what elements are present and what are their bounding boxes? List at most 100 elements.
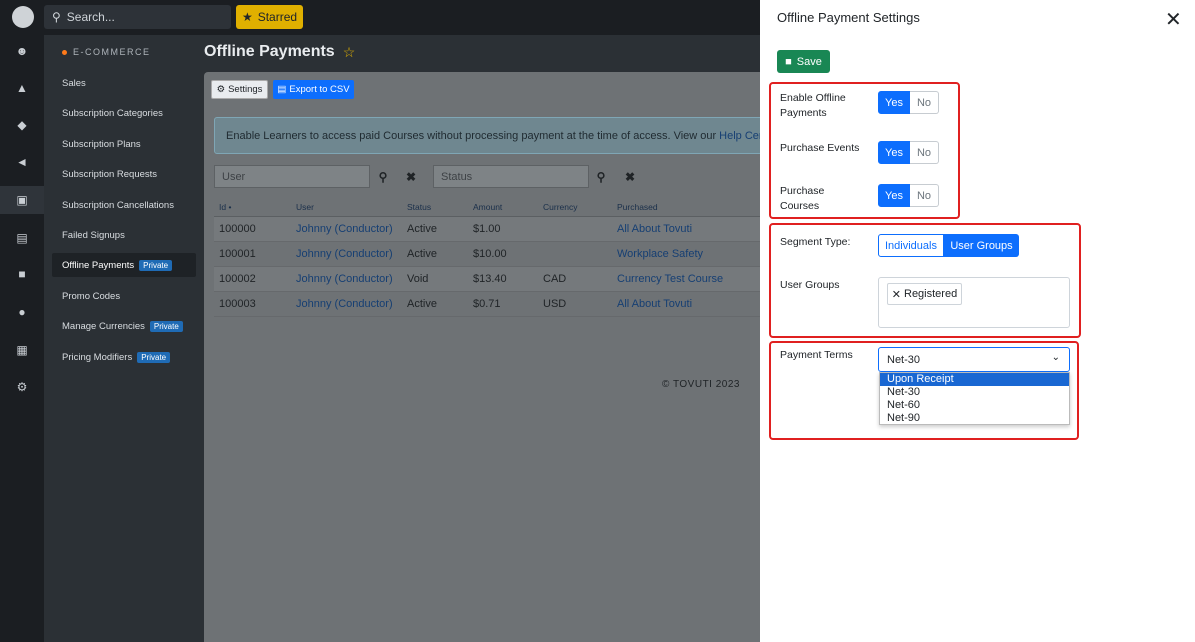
- table-row[interactable]: 100000 Johnny (Conductor) Active $1.00 A…: [214, 216, 760, 242]
- sidebar-item-manage-currencies[interactable]: Manage Currencies Private: [52, 314, 196, 338]
- table-row[interactable]: 100001 Johnny (Conductor) Active $10.00 …: [214, 241, 760, 267]
- status-filter-input[interactable]: Status: [433, 165, 589, 188]
- user-groups-multiselect[interactable]: ✕ Registered: [878, 277, 1070, 328]
- cell-amount: $13.40: [468, 266, 538, 292]
- cell-purchased-link[interactable]: Workplace Safety: [612, 241, 760, 267]
- purchase-courses-yes-button[interactable]: Yes: [878, 184, 910, 207]
- column-header-status[interactable]: Status: [402, 198, 468, 217]
- status-clear-icon[interactable]: ✖: [616, 165, 644, 188]
- sidebar-item-sales[interactable]: Sales: [52, 71, 196, 95]
- cell-amount: $0.71: [468, 291, 538, 317]
- chart-icon[interactable]: ▤: [0, 224, 44, 252]
- purchase-courses-label: Purchase Courses: [780, 185, 825, 212]
- user-filter-input[interactable]: User: [214, 165, 370, 188]
- payment-terms-select[interactable]: Net-30 ⌄: [878, 347, 1070, 372]
- segment-type-label: Segment Type:: [780, 236, 851, 248]
- export-csv-button[interactable]: ▤ Export to CSV: [273, 80, 354, 99]
- cell-id: 100000: [214, 216, 291, 242]
- user-groups-label: User Groups: [780, 279, 840, 291]
- users-icon[interactable]: ☻: [0, 37, 44, 65]
- close-icon[interactable]: ✕: [1165, 10, 1182, 30]
- cell-amount: $10.00: [468, 241, 538, 267]
- search-input[interactable]: ⚲ Search...: [44, 5, 231, 29]
- gear-icon[interactable]: ⚙: [0, 373, 44, 401]
- sidebar-item-subscription-plans[interactable]: Subscription Plans: [52, 132, 196, 156]
- payment-terms-option[interactable]: Net-30: [880, 386, 1069, 399]
- private-badge: Private: [149, 320, 183, 332]
- purchase-events-no-button[interactable]: No: [910, 141, 939, 164]
- calendar-icon[interactable]: ▦: [0, 336, 44, 364]
- enable-offline-no-button[interactable]: No: [910, 91, 939, 114]
- sidebar-item-subscription-cancellations[interactable]: Subscription Cancellations: [52, 193, 196, 217]
- cell-user-link[interactable]: Johnny (Conductor): [291, 266, 402, 292]
- money-icon[interactable]: ▣: [0, 186, 44, 214]
- enable-offline-payments-toggle: Yes No: [878, 91, 939, 114]
- palette-icon[interactable]: ●: [0, 298, 44, 326]
- payment-terms-option[interactable]: Net-90: [880, 412, 1069, 425]
- column-header-user[interactable]: User: [291, 198, 402, 217]
- search-placeholder: Search...: [66, 10, 115, 24]
- cell-id: 100001: [214, 241, 291, 267]
- payment-terms-option[interactable]: Net-60: [880, 399, 1069, 412]
- table-row[interactable]: 100003 Johnny (Conductor) Active $0.71 U…: [214, 291, 760, 317]
- cell-status: Active: [402, 241, 468, 267]
- cell-purchased-link[interactable]: All About Tovuti: [612, 291, 760, 317]
- payment-terms-option[interactable]: Upon Receipt: [880, 373, 1069, 386]
- table-header-row: Id • User Status Amount Currency Purchas…: [214, 198, 760, 217]
- table-row[interactable]: 100002 Johnny (Conductor) Void $13.40 CA…: [214, 266, 760, 292]
- segment-type-toggle: Individuals User Groups: [878, 234, 1019, 257]
- cell-user-link[interactable]: Johnny (Conductor): [291, 291, 402, 317]
- private-badge: Private: [137, 351, 171, 363]
- segment-individuals-button[interactable]: Individuals: [878, 234, 944, 257]
- avatar-logo[interactable]: [12, 6, 34, 28]
- user-group-chip: ✕ Registered: [887, 283, 962, 305]
- cell-currency: USD: [538, 291, 612, 317]
- starred-button[interactable]: ★ Starred: [236, 5, 303, 29]
- cell-status: Active: [402, 291, 468, 317]
- cell-user-link[interactable]: Johnny (Conductor): [291, 216, 402, 242]
- sidebar-item-subscription-categories[interactable]: Subscription Categories: [52, 101, 196, 125]
- shapes-icon[interactable]: ▲: [0, 74, 44, 102]
- segment-user-groups-button[interactable]: User Groups: [944, 234, 1019, 257]
- private-badge: Private: [139, 259, 173, 271]
- payment-terms-dropdown: Upon Receipt Net-30 Net-60 Net-90: [879, 372, 1070, 425]
- user-search-icon[interactable]: ⚲: [369, 165, 397, 188]
- cell-user-link[interactable]: Johnny (Conductor): [291, 241, 402, 267]
- sidebar-item-subscription-requests[interactable]: Subscription Requests: [52, 162, 196, 186]
- purchase-events-yes-button[interactable]: Yes: [878, 141, 910, 164]
- sidebar-item-pricing-modifiers[interactable]: Pricing Modifiers Private: [52, 345, 196, 369]
- column-header-amount[interactable]: Amount: [468, 198, 538, 217]
- save-button[interactable]: ■ Save: [777, 50, 830, 73]
- column-header-id[interactable]: Id •: [214, 198, 291, 217]
- purchase-events-label: Purchase Events: [780, 142, 860, 154]
- content-card: ⚙ Settings ▤ Export to CSV Enable Learne…: [204, 72, 760, 642]
- search-icon: ⚲: [52, 10, 61, 24]
- page-title: Offline Payments ☆: [204, 43, 356, 61]
- cell-purchased-link[interactable]: All About Tovuti: [612, 216, 760, 242]
- status-search-icon[interactable]: ⚲: [587, 165, 615, 188]
- settings-button[interactable]: ⚙ Settings: [211, 80, 268, 99]
- starred-label: Starred: [257, 10, 298, 24]
- column-header-currency[interactable]: Currency: [538, 198, 612, 217]
- ecommerce-sidebar: E-COMMERCE Sales Subscription Categories…: [44, 35, 204, 642]
- footer-copyright: © TOVUTI 2023: [662, 379, 740, 390]
- purchase-courses-toggle: Yes No: [878, 184, 939, 207]
- column-header-purchased[interactable]: Purchased: [612, 198, 760, 217]
- megaphone-icon[interactable]: ◄: [0, 148, 44, 176]
- help-center-link[interactable]: Help Center: [719, 130, 760, 142]
- enable-offline-yes-button[interactable]: Yes: [878, 91, 910, 114]
- sidebar-item-failed-signups[interactable]: Failed Signups: [52, 223, 196, 247]
- user-clear-icon[interactable]: ✖: [397, 165, 425, 188]
- purchase-courses-no-button[interactable]: No: [910, 184, 939, 207]
- sidebar-item-offline-payments[interactable]: Offline Payments Private: [52, 253, 196, 277]
- graduation-cap-icon[interactable]: ◆: [0, 111, 44, 139]
- offline-payment-settings-panel: Offline Payment Settings ✕ ■ Save Enable…: [760, 0, 1195, 642]
- chat-icon[interactable]: ■: [0, 260, 44, 288]
- remove-chip-icon[interactable]: ✕: [892, 288, 901, 301]
- favorite-star-icon[interactable]: ☆: [343, 44, 356, 61]
- sidebar-item-promo-codes[interactable]: Promo Codes: [52, 284, 196, 308]
- payment-terms-label: Payment Terms: [780, 349, 853, 361]
- cell-status: Active: [402, 216, 468, 242]
- cell-purchased-link[interactable]: Currency Test Course: [612, 266, 760, 292]
- top-bar: ⚲ Search... ★ Starred: [44, 0, 760, 35]
